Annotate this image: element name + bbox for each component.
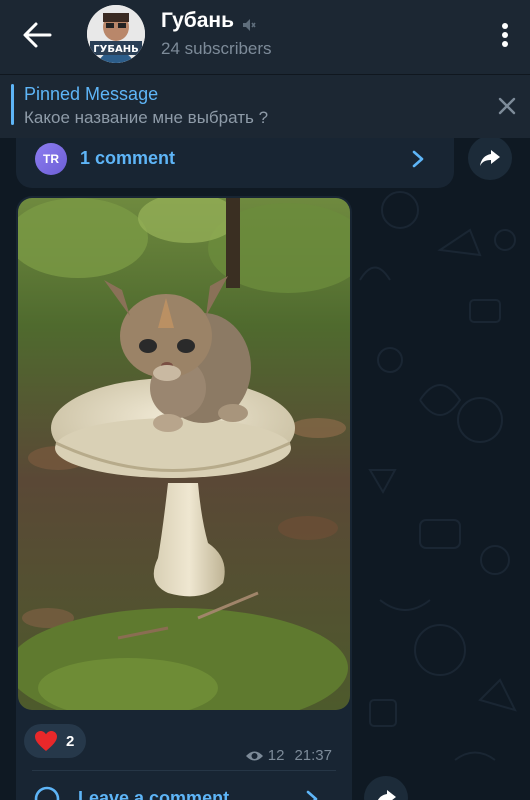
reaction-count: 2: [66, 732, 75, 750]
more-menu-button[interactable]: [500, 22, 510, 48]
pinned-close-button[interactable]: [498, 97, 516, 115]
post-meta: 12 21:37: [245, 747, 332, 764]
comment-divider: [32, 770, 336, 771]
eye-icon: [245, 751, 263, 760]
close-icon: [498, 97, 516, 115]
back-button[interactable]: [20, 20, 54, 50]
leave-comment-label: Leave a comment: [78, 788, 230, 800]
avatar-label: ГУБАНЬ: [93, 44, 138, 55]
pinned-title: Pinned Message: [24, 84, 159, 104]
leave-comment-button[interactable]: Leave a comment: [30, 782, 336, 800]
comments-count-label: 1 comment: [80, 148, 176, 168]
chevron-right-icon: [412, 150, 424, 168]
chevron-right-icon: [306, 790, 318, 800]
channel-name: Губань: [161, 9, 235, 32]
arrow-left-icon: [23, 22, 52, 48]
share-icon: [378, 790, 396, 800]
heart-reaction[interactable]: 2: [24, 724, 86, 758]
previous-post-comments[interactable]: TR 1 comment: [16, 130, 454, 188]
more-vertical-icon: [502, 23, 508, 47]
post-time: 21:37: [294, 747, 332, 764]
muted-speaker-icon: [242, 14, 256, 31]
subscribers-count: 24 subscribers: [161, 39, 272, 58]
pinned-message-bar[interactable]: Pinned Message Какое название мне выбрат…: [0, 74, 530, 138]
channel-post: 2 12 21:37 Leave a comment: [16, 196, 352, 800]
pinned-accent-bar: [11, 84, 14, 125]
pinned-text: Какое название мне выбрать ?: [24, 108, 269, 127]
share-button-previous[interactable]: [468, 136, 512, 180]
commenter-avatar: TR: [35, 143, 67, 175]
comment-bubble-icon: [34, 786, 60, 800]
channel-avatar[interactable]: ГУБАНЬ: [87, 5, 145, 63]
avatar-image: ГУБАНЬ: [87, 5, 145, 63]
chat-header: ГУБАНЬ Губань 24 subscribers: [0, 0, 530, 74]
views-count: 12: [267, 747, 285, 764]
channel-title-row[interactable]: Губань: [161, 9, 256, 33]
share-icon: [480, 150, 500, 166]
kitten-on-mushroom-photo: [18, 198, 350, 710]
heart-icon: [35, 731, 57, 751]
post-photo[interactable]: [18, 198, 350, 710]
